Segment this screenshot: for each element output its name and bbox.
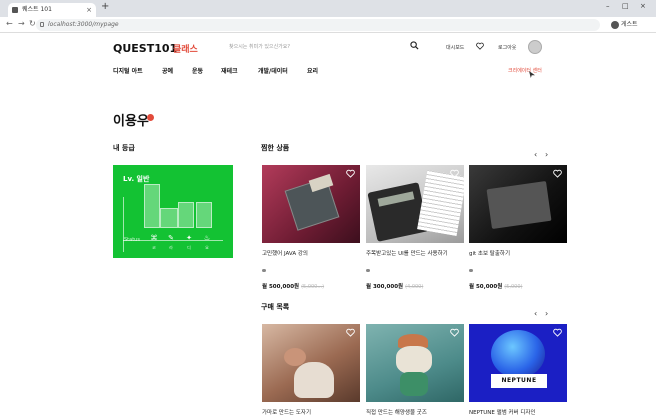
purchase-card[interactable]: 직접 만드는 해양생물 굿즈 [366, 324, 464, 416]
dashboard-link[interactable]: 대시보드 [446, 44, 464, 51]
favicon-icon [12, 7, 18, 13]
logout-link[interactable]: 로그아웃 [498, 44, 516, 51]
grade-bar [160, 208, 178, 228]
card-title: 직접 만드는 해양생물 굿즈 [366, 410, 427, 416]
neptune-logo: NEPTUNE [491, 374, 547, 388]
forward-icon[interactable]: → [18, 19, 25, 28]
card-dot [262, 269, 266, 272]
creator-center-link[interactable]: 크리에이터 센터 [508, 67, 542, 74]
liked-next-button[interactable]: › [545, 150, 548, 159]
browser-tab[interactable]: 퀘스트 101 × [8, 3, 96, 17]
reload-icon[interactable]: ↻ [29, 19, 36, 28]
grade-section-title: 내 등급 [113, 144, 135, 152]
maximize-icon[interactable]: □ [622, 2, 629, 10]
category-craft[interactable]: 공예 [162, 66, 173, 75]
search-input[interactable]: 찾으시는 취미가 있으신가요? [229, 43, 290, 50]
heart-icon[interactable] [553, 328, 562, 337]
lock-icon [40, 22, 44, 27]
user-avatar[interactable] [528, 40, 542, 54]
url-bar[interactable]: localhost:3000/mypage [36, 19, 600, 31]
card-price: 월 50,000원 (5,000) [469, 282, 567, 290]
card-price: 월 300,000원 (4,000) [366, 282, 464, 290]
liked-section-title: 찜한 상품 [261, 144, 290, 152]
price-value: 월 50,000원 [469, 284, 503, 290]
heart-icon[interactable] [450, 328, 459, 337]
new-tab-button[interactable]: + [101, 1, 109, 12]
category-digital-art[interactable]: 디지털 아트 [113, 66, 143, 75]
card-dot [469, 269, 473, 272]
price-old: (5,000...) [301, 284, 325, 290]
skill-label: 디 [187, 245, 191, 250]
purchase-card[interactable]: NEPTUNE NEPTUNE 앨범 커버 디자인 [469, 324, 567, 416]
purchase-card[interactable]: 가마로 만드는 도자기 [262, 324, 360, 416]
heart-icon[interactable] [476, 42, 484, 50]
purchase-prev-button[interactable]: ‹ [534, 309, 537, 318]
neptune-photo: NEPTUNE [469, 324, 567, 402]
browser-tab-bar: 퀘스트 101 × + – □ × [0, 0, 656, 17]
grade-badge-icon [147, 114, 154, 121]
heart-icon[interactable] [553, 169, 562, 178]
grade-level: Lv. 일반 [123, 175, 150, 183]
heart-icon[interactable] [346, 169, 355, 178]
purchase-section-title: 구매 목록 [261, 303, 290, 311]
grade-bar [178, 202, 194, 228]
card-price: 월 500,000원 (5,000...) [262, 282, 360, 290]
purchase-next-button[interactable]: › [545, 309, 548, 318]
code-icon: ⌘ [150, 234, 158, 242]
price-old: (4,000) [405, 284, 424, 290]
category-exercise[interactable]: 운동 [192, 66, 203, 75]
search-icon[interactable] [410, 41, 419, 50]
liked-prev-button[interactable]: ‹ [534, 150, 537, 159]
address-bar-row: ← → ↻ localhost:3000/mypage 게스트 [0, 17, 656, 33]
user-name: 이용우 [113, 114, 149, 129]
figure-photo [366, 324, 464, 402]
minimize-icon[interactable]: – [606, 2, 610, 10]
liked-card[interactable]: 주목받고있는 UI를 만드는 사용하기 월 300,000원 (4,000) [366, 165, 464, 290]
heart-icon[interactable] [346, 328, 355, 337]
brush-icon: ✦ [186, 234, 192, 242]
card-title: 가마로 만드는 도자기 [262, 410, 312, 416]
profile-label: 게스트 [621, 21, 638, 28]
grade-axis [123, 197, 124, 252]
grade-bar [144, 184, 160, 228]
liked-card[interactable]: 고민했어 JAVA 강의 월 500,000원 (5,000...) [262, 165, 360, 290]
grade-bar [196, 202, 212, 228]
grade-card: Lv. 일반 Status ⌘ ✎ ✦ ♨ 코 라 디 요 [113, 165, 233, 258]
profile-icon [611, 20, 619, 29]
card-title: 주목받고있는 UI를 만드는 사용하기 [366, 251, 448, 257]
laptop-photo [469, 165, 567, 243]
price-old: (5,000) [504, 284, 523, 290]
tab-title: 퀘스트 101 [22, 6, 52, 13]
skill-label: 코 [152, 245, 156, 250]
site-logo-sub[interactable]: 클래스 [173, 42, 198, 55]
close-window-icon[interactable]: × [640, 2, 646, 10]
skill-label: 라 [169, 245, 173, 250]
card-title: NEPTUNE 앨범 커버 디자인 [469, 410, 536, 416]
book-photo [262, 165, 360, 243]
site-logo[interactable]: QUEST101 [113, 42, 177, 55]
card-title: 고민했어 JAVA 강의 [262, 251, 308, 257]
pen-icon: ✎ [168, 234, 174, 242]
card-dot [366, 269, 370, 272]
cook-icon: ♨ [203, 234, 211, 242]
liked-card[interactable]: git 초보 탈출하기 월 50,000원 (5,000) [469, 165, 567, 290]
url-text: localhost:3000/mypage [48, 21, 119, 28]
skill-label: 요 [205, 245, 209, 250]
grade-stat-label: Status [124, 237, 140, 243]
category-finance[interactable]: 재테크 [221, 66, 238, 75]
price-value: 월 500,000원 [262, 284, 300, 290]
category-dev-data[interactable]: 개발/데이터 [258, 66, 288, 75]
card-title: git 초보 탈출하기 [469, 251, 511, 257]
close-tab-icon[interactable]: × [86, 3, 92, 17]
heart-icon[interactable] [450, 169, 459, 178]
calculator-photo [366, 165, 464, 243]
pottery-photo [262, 324, 360, 402]
price-value: 월 300,000원 [366, 284, 404, 290]
profile-button[interactable]: 게스트 [611, 19, 638, 29]
category-cooking[interactable]: 요리 [307, 66, 318, 75]
back-icon[interactable]: ← [6, 19, 13, 28]
